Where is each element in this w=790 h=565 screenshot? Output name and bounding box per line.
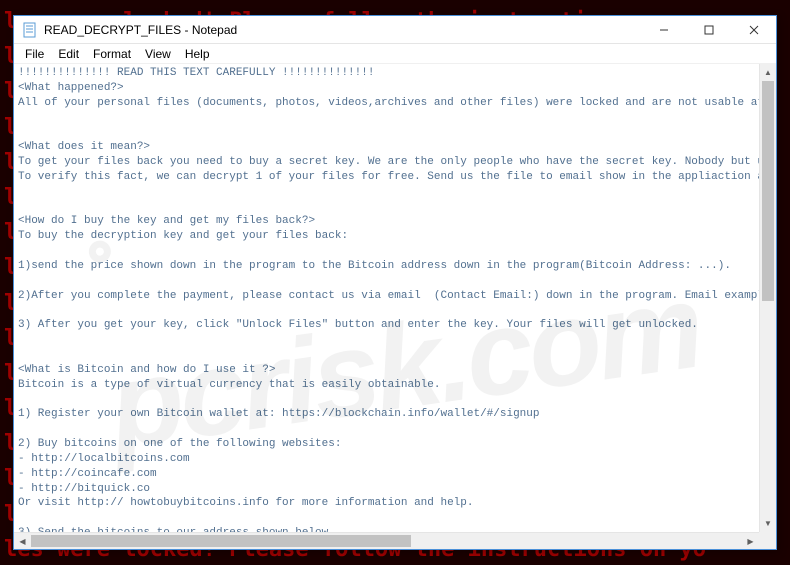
minimize-button[interactable] (641, 16, 686, 44)
scroll-track-v[interactable] (760, 81, 776, 515)
menubar: File Edit Format View Help (14, 44, 776, 64)
scroll-track-h[interactable] (31, 533, 742, 549)
notepad-icon (22, 22, 38, 38)
scroll-down-icon[interactable]: ▼ (760, 515, 776, 532)
menu-format[interactable]: Format (86, 46, 138, 62)
menu-edit[interactable]: Edit (51, 46, 86, 62)
titlebar[interactable]: READ_DECRYPT_FILES - Notepad (14, 16, 776, 44)
scroll-up-icon[interactable]: ▲ (760, 64, 776, 81)
window-title: READ_DECRYPT_FILES - Notepad (44, 23, 641, 37)
menu-file[interactable]: File (18, 46, 51, 62)
horizontal-scrollbar[interactable]: ◀ ▶ (14, 532, 759, 549)
menu-help[interactable]: Help (178, 46, 217, 62)
text-content[interactable]: !!!!!!!!!!!!!! READ THIS TEXT CAREFULLY … (14, 64, 759, 532)
scroll-thumb-v[interactable] (762, 81, 774, 301)
maximize-button[interactable] (686, 16, 731, 44)
notepad-window: READ_DECRYPT_FILES - Notepad File Edit F… (13, 15, 777, 550)
scroll-corner (759, 532, 776, 549)
bottom-scroll-row: ◀ ▶ (14, 532, 776, 549)
scroll-left-icon[interactable]: ◀ (14, 533, 31, 549)
editor-area: !!!!!!!!!!!!!! READ THIS TEXT CAREFULLY … (14, 64, 776, 532)
menu-view[interactable]: View (138, 46, 178, 62)
scroll-thumb-h[interactable] (31, 535, 411, 547)
scroll-right-icon[interactable]: ▶ (742, 533, 759, 549)
window-controls (641, 16, 776, 43)
vertical-scrollbar[interactable]: ▲ ▼ (759, 64, 776, 532)
close-button[interactable] (731, 16, 776, 44)
